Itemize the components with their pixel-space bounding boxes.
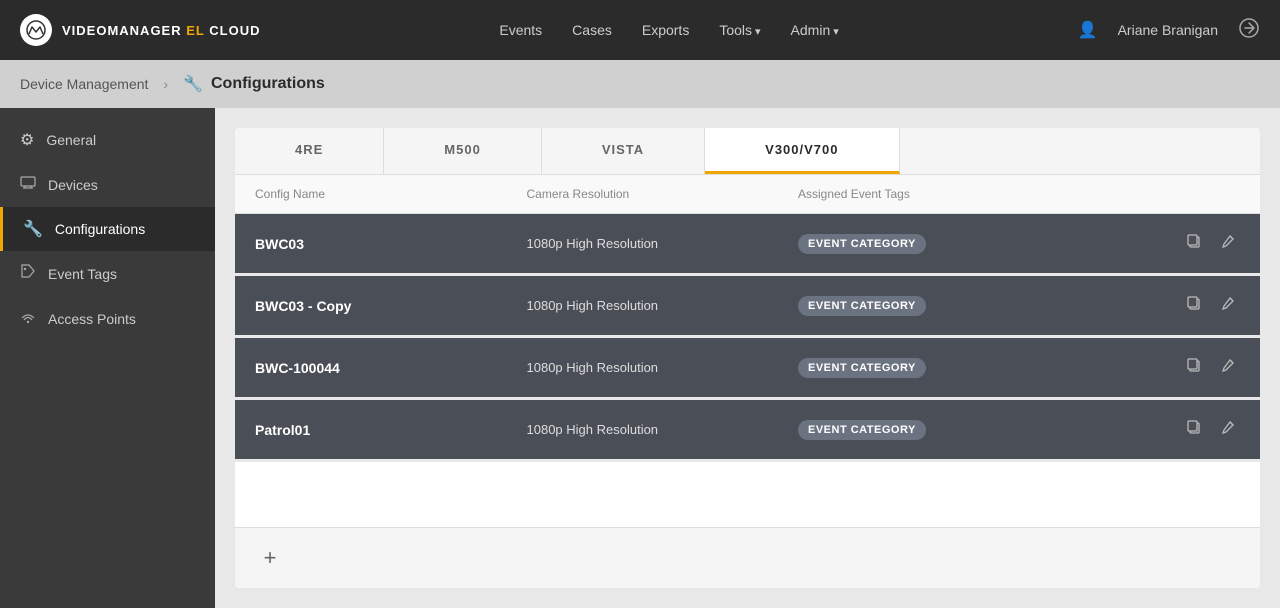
- brand-logo: VIDEOMANAGER EL CLOUD: [20, 14, 260, 46]
- sidebar-label-general: General: [46, 132, 96, 148]
- copy-button-bwc03[interactable]: [1182, 229, 1206, 258]
- header-actions: [1160, 187, 1240, 201]
- row-name-bwc03: BWC03: [255, 236, 527, 252]
- tab-m500[interactable]: M500: [384, 128, 542, 174]
- sidebar: ⚙ General Devices 🔧 Configurations: [0, 108, 215, 608]
- add-configuration-button[interactable]: +: [255, 543, 285, 573]
- table-row: Patrol01 1080p High Resolution EVENT CAT…: [235, 400, 1260, 462]
- add-row-area: +: [235, 527, 1260, 588]
- nav-cases[interactable]: Cases: [572, 22, 612, 38]
- sidebar-label-configurations: Configurations: [55, 221, 145, 237]
- sidebar-item-access-points[interactable]: Access Points: [0, 296, 215, 341]
- nav-events[interactable]: Events: [499, 22, 542, 38]
- brand-el: EL: [186, 23, 204, 38]
- top-navigation: VIDEOMANAGER EL CLOUD Events Cases Expor…: [0, 0, 1280, 60]
- table-row: BWC03 - Copy 1080p High Resolution EVENT…: [235, 276, 1260, 338]
- devices-icon: [20, 174, 36, 195]
- tabs-bar: 4RE M500 VISTA V300/V700: [235, 128, 1260, 175]
- event-tag-bwc03: EVENT CATEGORY: [798, 234, 926, 254]
- tab-panel: 4RE M500 VISTA V300/V700 Config Name Cam…: [235, 128, 1260, 588]
- row-resolution-patrol01: 1080p High Resolution: [527, 422, 799, 437]
- row-name-bwc03-copy: BWC03 - Copy: [255, 298, 527, 314]
- row-tags-bwc-100044: EVENT CATEGORY: [798, 358, 1160, 378]
- content-area: 4RE M500 VISTA V300/V700 Config Name Cam…: [215, 108, 1280, 608]
- row-resolution-bwc03-copy: 1080p High Resolution: [527, 298, 799, 313]
- event-tag-patrol01: EVENT CATEGORY: [798, 420, 926, 440]
- sidebar-label-event-tags: Event Tags: [48, 266, 117, 282]
- copy-button-patrol01[interactable]: [1182, 415, 1206, 444]
- breadcrumb-separator: ›: [163, 76, 168, 92]
- edit-button-bwc03-copy[interactable]: [1216, 291, 1240, 320]
- user-icon: 👤: [1078, 20, 1098, 40]
- tab-vista[interactable]: VISTA: [542, 128, 705, 174]
- row-actions-patrol01: [1160, 415, 1240, 444]
- event-tags-icon: [20, 263, 36, 284]
- sidebar-label-access-points: Access Points: [48, 311, 136, 327]
- row-tags-patrol01: EVENT CATEGORY: [798, 420, 1160, 440]
- sidebar-item-general[interactable]: ⚙ General: [0, 118, 215, 162]
- edit-button-patrol01[interactable]: [1216, 415, 1240, 444]
- wrench-icon: 🔧: [183, 74, 203, 94]
- nav-right: 👤 Ariane Branigan: [1078, 17, 1260, 44]
- page-title: 🔧 Configurations: [183, 74, 325, 94]
- header-assigned-event-tags: Assigned Event Tags: [798, 187, 1160, 201]
- admin-dropdown-arrow: ▾: [833, 26, 839, 38]
- nav-links: Events Cases Exports Tools▾ Admin▾: [300, 22, 1037, 38]
- configurations-icon: 🔧: [23, 219, 43, 239]
- brand-name: VIDEOMANAGER EL CLOUD: [62, 23, 260, 38]
- logout-icon[interactable]: [1238, 17, 1260, 44]
- copy-button-bwc-100044[interactable]: [1182, 353, 1206, 382]
- nav-admin[interactable]: Admin▾: [791, 22, 839, 38]
- access-points-icon: [20, 308, 36, 329]
- sidebar-label-devices: Devices: [48, 177, 98, 193]
- subheader: Device Management › 🔧 Configurations: [0, 60, 1280, 108]
- header-camera-resolution: Camera Resolution: [527, 187, 799, 201]
- table-row: BWC03 1080p High Resolution EVENT CATEGO…: [235, 214, 1260, 276]
- row-name-patrol01: Patrol01: [255, 422, 527, 438]
- general-icon: ⚙: [20, 130, 34, 150]
- event-tag-bwc03-copy: EVENT CATEGORY: [798, 296, 926, 316]
- motorola-icon: [20, 14, 52, 46]
- table-body: BWC03 1080p High Resolution EVENT CATEGO…: [235, 214, 1260, 527]
- section-label: Device Management: [20, 76, 148, 92]
- nav-tools[interactable]: Tools▾: [719, 22, 760, 38]
- nav-exports[interactable]: Exports: [642, 22, 689, 38]
- tab-4re[interactable]: 4RE: [235, 128, 384, 174]
- row-resolution-bwc-100044: 1080p High Resolution: [527, 360, 799, 375]
- event-tag-bwc-100044: EVENT CATEGORY: [798, 358, 926, 378]
- sidebar-item-event-tags[interactable]: Event Tags: [0, 251, 215, 296]
- username: Ariane Branigan: [1118, 22, 1218, 38]
- row-actions-bwc03: [1160, 229, 1240, 258]
- table-header: Config Name Camera Resolution Assigned E…: [235, 175, 1260, 214]
- edit-button-bwc-100044[interactable]: [1216, 353, 1240, 382]
- copy-button-bwc03-copy[interactable]: [1182, 291, 1206, 320]
- row-tags-bwc03: EVENT CATEGORY: [798, 234, 1160, 254]
- row-resolution-bwc03: 1080p High Resolution: [527, 236, 799, 251]
- row-actions-bwc03-copy: [1160, 291, 1240, 320]
- edit-button-bwc03[interactable]: [1216, 229, 1240, 258]
- row-actions-bwc-100044: [1160, 353, 1240, 382]
- sidebar-item-configurations[interactable]: 🔧 Configurations: [0, 207, 215, 251]
- tab-v300v700[interactable]: V300/V700: [705, 128, 899, 174]
- tools-dropdown-arrow: ▾: [755, 26, 761, 38]
- table-row: BWC-100044 1080p High Resolution EVENT C…: [235, 338, 1260, 400]
- main-layout: ⚙ General Devices 🔧 Configurations: [0, 108, 1280, 608]
- header-config-name: Config Name: [255, 187, 527, 201]
- sidebar-item-devices[interactable]: Devices: [0, 162, 215, 207]
- row-name-bwc-100044: BWC-100044: [255, 360, 527, 376]
- row-tags-bwc03-copy: EVENT CATEGORY: [798, 296, 1160, 316]
